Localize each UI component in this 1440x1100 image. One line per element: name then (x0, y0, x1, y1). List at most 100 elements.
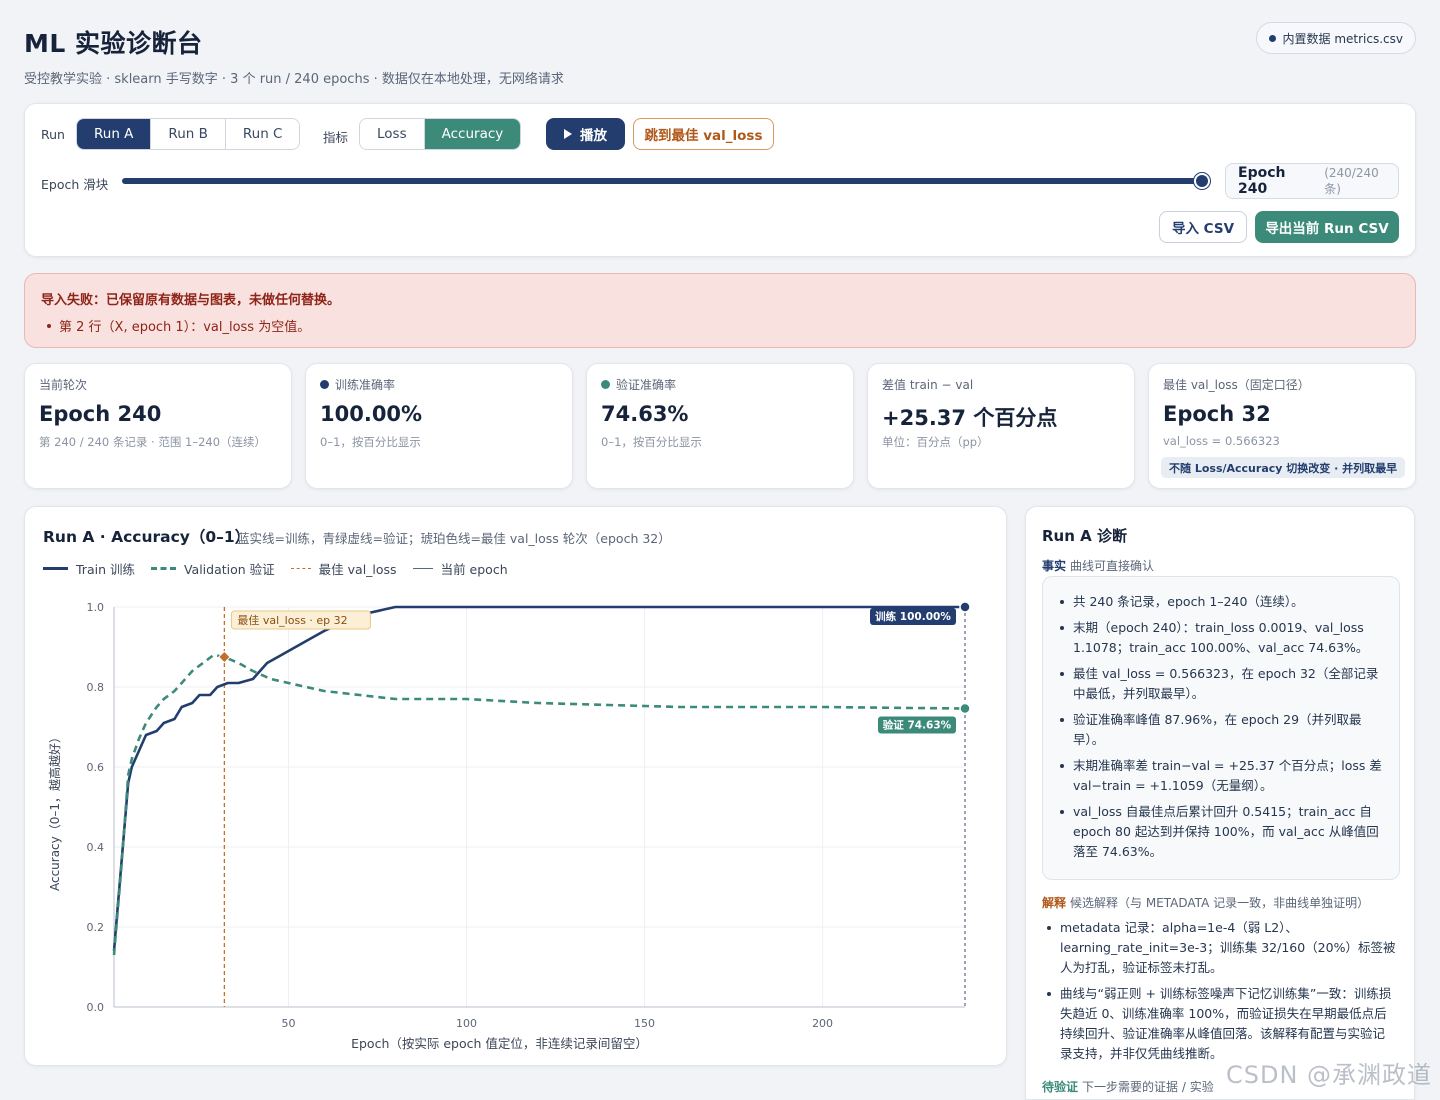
x-tick-label: 200 (812, 1017, 833, 1030)
legend-swatch-val (150, 567, 176, 570)
x-tick-label: 150 (634, 1017, 655, 1030)
legend-label-train: Train 训练 (76, 562, 135, 577)
legend-label-current: 当前 epoch (440, 562, 508, 577)
stat-note: val_loss = 0.566323 (1163, 434, 1280, 448)
metric-label: 指标 (323, 130, 349, 145)
play-button[interactable]: 播放 (546, 118, 625, 150)
bullet-icon (47, 323, 51, 328)
train-line (112, 605, 965, 952)
facts-item: val_loss 自最佳点后累计回升 0.5415；train_acc 自 ep… (1060, 802, 1390, 862)
stat-card-train-acc: 训练准确率 100.00% 0–1，按百分比显示 (305, 363, 573, 489)
val-end-label: 验证 74.63% (883, 718, 952, 731)
y-tick-label: 0.4 (87, 841, 105, 854)
run-option-b[interactable]: Run B (151, 119, 226, 149)
interp-label: 候选解释（与 METADATA 记录一致，非曲线单独证明） (1070, 896, 1370, 910)
stat-card-current-epoch: 当前轮次 Epoch 240 第 240 / 240 条记录 · 范围 1–24… (24, 363, 292, 489)
interp-heading: 解释 候选解释（与 METADATA 记录一致，非曲线单独证明） (1042, 894, 1369, 911)
stat-value: Epoch 32 (1163, 402, 1271, 426)
best-epoch-marker (218, 650, 231, 664)
stat-note: 0–1，按百分比显示 (320, 435, 421, 449)
interp-item: 曲线与“弱正则 + 训练标签噪声下记忆训练集”一致：训练损失趋近 0、训练准确率… (1047, 984, 1397, 1064)
legend-swatch-train (43, 567, 68, 570)
facts-list: 共 240 条记录，epoch 1–240（连续）。 末期（epoch 240）：… (1060, 592, 1390, 868)
stat-note: 0–1，按百分比显示 (601, 435, 702, 449)
facts-key: 事实 (1042, 559, 1067, 573)
stat-label-text: 差值 train − val (882, 378, 974, 392)
epoch-slider-thumb[interactable] (1194, 173, 1210, 189)
legend-label-best: 最佳 val_loss (318, 562, 397, 577)
accuracy-chart: 0.0 0.2 0.4 0.6 0.8 1.0 50 100 150 200 Epoch（按实际 e… (47, 601, 971, 1051)
epoch-readout: Epoch 240 (240/240 条) (1225, 163, 1399, 199)
stat-card-val-acc: 验证准确率 74.63% 0–1，按百分比显示 (586, 363, 854, 489)
error-item-text: 第 2 行（X, epoch 1）：val_loss 为空值。 (59, 320, 311, 335)
legend-swatch-current (412, 568, 433, 569)
y-tick-label: 0.2 (87, 921, 105, 934)
pending-key: 待验证 (1042, 1080, 1079, 1094)
data-source-dot-icon (1268, 34, 1276, 42)
diagnosis-panel: Run A 诊断 事实 曲线可直接确认 共 240 条记录，epoch 1–240… (1025, 506, 1415, 1100)
page-title: ML 实验诊断台 (24, 29, 203, 58)
stat-card-gap: 差值 train − val +25.37 个百分点 单位：百分点（pp） (867, 363, 1135, 489)
stat-label: 训练准确率 (320, 376, 395, 393)
epoch-slider[interactable] (122, 173, 1210, 189)
y-axis-label: Accuracy（0–1，越高越好） (47, 731, 62, 891)
x-tick-label: 50 (281, 1017, 295, 1030)
y-tick-label: 0.0 (87, 1001, 105, 1014)
facts-item: 最佳 val_loss = 0.566323，在 epoch 32（全部记录中最… (1060, 664, 1390, 704)
y-tick-label: 0.8 (87, 681, 105, 694)
stat-label-text: 训练准确率 (335, 378, 396, 392)
stat-label: 最佳 val_loss（固定口径） (1163, 376, 1310, 393)
facts-item: 共 240 条记录，epoch 1–240（连续）。 (1060, 592, 1390, 612)
metric-option-accuracy[interactable]: Accuracy (424, 119, 521, 149)
play-button-label: 播放 (580, 128, 607, 144)
chart-description: 蓝实线=训练，青绿虚线=验证；琥珀色线=最佳 val_loss 轮次（epoch… (237, 531, 671, 546)
jump-best-button[interactable]: 跳到最佳 val_loss (633, 118, 774, 150)
stat-value: 74.63% (601, 402, 689, 426)
facts-item: 末期准确率差 train−val = +25.37 个百分点；loss 差 va… (1060, 756, 1390, 796)
run-label: Run (41, 127, 65, 142)
run-option-c[interactable]: Run C (225, 119, 300, 149)
export-csv-button[interactable]: 导出当前 Run CSV (1255, 211, 1399, 243)
data-source-pill: 内置数据 metrics.csv (1255, 22, 1416, 54)
page-subtitle: 受控教学实验 · sklearn 手写数字 · 3 个 run / 240 ep… (24, 72, 564, 87)
import-csv-button[interactable]: 导入 CSV (1159, 211, 1247, 243)
interp-list: metadata 记录：alpha=1e-4（弱 L2）、learning_ra… (1047, 918, 1397, 1070)
epoch-readout-sub: (240/240 条) (1324, 165, 1379, 196)
chart-title: Run A · Accuracy（0–1） (43, 528, 251, 546)
facts-item: 验证准确率峰值 87.96%，在 epoch 29（并列取最早）。 (1060, 710, 1390, 750)
import-error-banner: 导入失败：已保留原有数据与图表，未做任何替换。 第 2 行（X, epoch 1… (24, 273, 1416, 348)
legend-label-val: Validation 验证 (183, 562, 275, 577)
metric-selector: Loss Accuracy (359, 118, 522, 150)
diagnosis-title: Run A 诊断 (1042, 527, 1127, 545)
legend-item-current: 当前 epoch (412, 559, 508, 578)
legend-item-val: Validation 验证 (150, 559, 275, 578)
epoch-readout-main: Epoch 240 (1238, 165, 1286, 197)
y-tick-label: 0.6 (87, 761, 105, 774)
chart-card: 0.0 0.2 0.4 0.6 0.8 1.0 50 100 150 200 Epoch（按实际 e… (24, 506, 1007, 1066)
data-source-label: 内置数据 metrics.csv (1282, 31, 1403, 46)
train-end-label: 训练 100.00% (875, 610, 951, 623)
pending-heading: 待验证 下一步需要的证据 / 实验 (1042, 1078, 1214, 1095)
best-annotation-label: 最佳 val_loss · ep 32 (237, 613, 347, 627)
play-icon (564, 129, 572, 139)
stat-note: 第 240 / 240 条记录 · 范围 1–240（连续） (39, 435, 267, 449)
stat-label-text: 当前轮次 (39, 378, 88, 392)
pending-label: 下一步需要的证据 / 实验 (1082, 1080, 1214, 1094)
stat-label: 差值 train − val (882, 376, 973, 393)
facts-label: 曲线可直接确认 (1070, 559, 1155, 573)
run-option-a[interactable]: Run A (77, 119, 152, 149)
epoch-slider-fill (122, 178, 1202, 184)
val-end-point (959, 702, 971, 715)
controls-panel: Run Run A Run B Run C 指标 Loss Accuracy 播… (24, 103, 1416, 257)
train-end-point (959, 601, 971, 613)
x-tick-label: 100 (456, 1017, 477, 1030)
stat-label: 验证准确率 (601, 376, 676, 393)
train-dot-icon (320, 380, 329, 389)
stat-value: 100.00% (320, 402, 423, 426)
legend-item-best: 最佳 val_loss (290, 559, 397, 578)
y-tick-label: 1.0 (87, 601, 105, 614)
slider-label: Epoch 滑块 (41, 177, 109, 192)
watermark: CSDN @承渊政道 (1226, 1061, 1433, 1089)
chart-legend: Train 训练 Validation 验证 最佳 val_loss 当前 ep… (43, 559, 508, 578)
metric-option-loss[interactable]: Loss (360, 119, 425, 149)
